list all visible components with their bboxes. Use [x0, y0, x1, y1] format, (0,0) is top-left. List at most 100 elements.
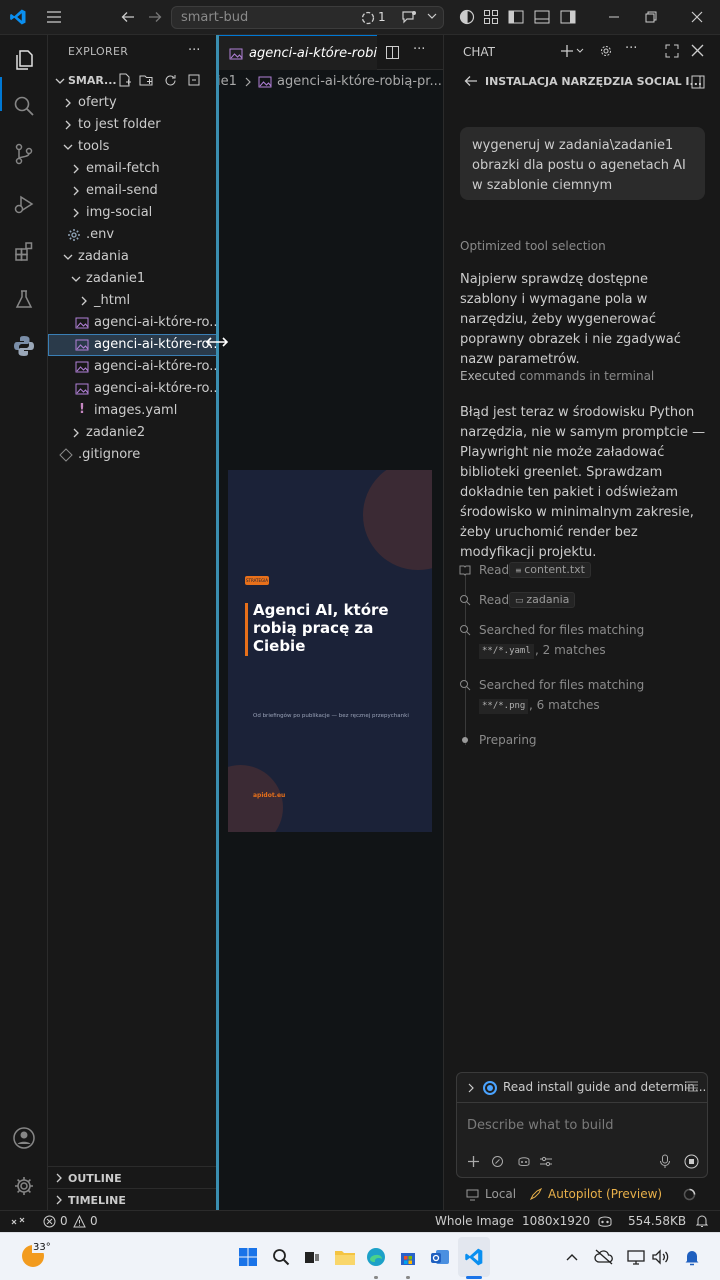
outlook-icon[interactable] — [428, 1245, 452, 1269]
file-image-3[interactable]: agenci-ai-które-ro... — [48, 356, 216, 378]
toggle-panel-icon[interactable] — [532, 7, 552, 27]
windows-start-icon[interactable] — [236, 1245, 260, 1269]
run-debug-icon[interactable] — [11, 191, 37, 217]
testing-beaker-icon[interactable] — [11, 286, 37, 312]
file-image-1[interactable]: agenci-ai-które-ro... — [48, 312, 216, 334]
timeline-section[interactable]: TIMELINE — [48, 1188, 216, 1210]
close-window-icon[interactable] — [687, 7, 707, 27]
edge-browser-icon[interactable] — [364, 1245, 388, 1269]
search-icon[interactable] — [11, 93, 37, 119]
volume-icon[interactable] — [648, 1245, 672, 1269]
folder-zadanie2[interactable]: zadanie2 — [48, 422, 216, 444]
tools-link-icon[interactable] — [491, 1155, 504, 1168]
chevron-down-icon[interactable] — [427, 12, 437, 20]
folder-email-send[interactable]: email-send — [48, 180, 216, 202]
status-optimized[interactable]: Optimized tool selection — [460, 239, 606, 253]
chevron-down-icon[interactable] — [576, 48, 584, 54]
vscode-taskbar-icon[interactable] — [462, 1245, 486, 1269]
microphone-icon[interactable] — [659, 1154, 671, 1169]
file-chip[interactable]: ≡ content.txt — [509, 562, 591, 578]
folder-to-jest-folder[interactable]: to jest folder — [48, 114, 216, 136]
new-file-icon[interactable] — [117, 73, 132, 88]
close-icon[interactable] — [691, 44, 704, 57]
list-filter-icon[interactable] — [685, 1081, 699, 1093]
folder-html[interactable]: _html — [48, 290, 216, 312]
add-context-plus-icon[interactable] — [467, 1155, 480, 1168]
menu-icon[interactable] — [44, 7, 64, 27]
copilot-status-icon[interactable] — [597, 1214, 613, 1228]
search-icon[interactable] — [269, 1245, 293, 1269]
copilot-chat-icon[interactable] — [401, 10, 417, 25]
chat-input[interactable]: Describe what to build — [467, 1118, 614, 1133]
notification-bell-icon[interactable] — [680, 1245, 704, 1269]
folder-chip[interactable]: ▭ zadania — [509, 592, 576, 608]
file-image-4[interactable]: agenci-ai-które-ro... — [48, 378, 216, 400]
toggle-sidebar-icon[interactable] — [691, 75, 705, 89]
collapse-all-icon[interactable] — [187, 73, 202, 88]
agent-status-icon[interactable] — [361, 11, 375, 25]
folder-img-social[interactable]: img-social — [48, 202, 216, 224]
maximize-icon[interactable] — [665, 44, 679, 58]
file-env[interactable]: .env — [48, 224, 216, 246]
new-folder-icon[interactable] — [139, 73, 154, 88]
toggle-primary-sidebar-icon[interactable] — [506, 7, 526, 27]
folder-oferty[interactable]: oferty — [48, 92, 216, 114]
task-view-icon[interactable] — [300, 1245, 324, 1269]
explorer-icon[interactable] — [11, 47, 37, 73]
extensions-icon[interactable] — [11, 238, 37, 264]
forward-arrow-icon[interactable] — [145, 7, 165, 27]
restore-icon[interactable] — [641, 7, 661, 27]
image-mode[interactable]: Whole Image — [435, 1214, 514, 1228]
store-icon[interactable] — [396, 1245, 420, 1269]
copilot-icon[interactable] — [457, 7, 477, 27]
python-icon[interactable] — [11, 333, 37, 359]
copilot-agent-icon[interactable] — [517, 1155, 531, 1168]
notifications-bell-icon[interactable] — [696, 1214, 708, 1228]
breadcrumb-file[interactable]: agenci-ai-które-robią-pr... — [277, 74, 442, 89]
warning-icon[interactable] — [73, 1215, 86, 1228]
network-monitor-icon[interactable] — [624, 1245, 648, 1269]
refresh-icon[interactable] — [163, 73, 178, 88]
more-actions-icon[interactable]: ··· — [625, 41, 637, 56]
cloud-offline-icon[interactable] — [592, 1245, 616, 1269]
outline-section[interactable]: OUTLINE — [48, 1166, 216, 1188]
source-control-icon[interactable] — [11, 141, 37, 167]
toggle-secondary-sidebar-icon[interactable] — [558, 7, 578, 27]
mode-local-label: Local — [485, 1187, 517, 1201]
customize-layout-icon[interactable] — [481, 7, 501, 27]
gear-icon[interactable] — [599, 44, 613, 58]
command-center-search[interactable]: smart-bud 1 — [171, 6, 444, 29]
image-filesize: 554.58KB — [628, 1214, 687, 1228]
stop-circle-icon[interactable] — [684, 1154, 699, 1169]
file-gitignore[interactable]: .gitignore — [48, 444, 216, 466]
settings-sliders-icon[interactable] — [539, 1155, 553, 1168]
active-indicator — [466, 1276, 482, 1279]
status-executed[interactable]: Executed commands in terminal — [460, 369, 654, 383]
folder-zadanie1[interactable]: zadanie1 — [48, 268, 216, 290]
file-images-yaml[interactable]: ! images.yaml — [48, 400, 216, 422]
manage-gear-icon[interactable] — [11, 1173, 37, 1199]
back-arrow-icon[interactable] — [464, 75, 478, 87]
more-actions-icon[interactable]: ··· — [413, 42, 425, 57]
workspace-root[interactable]: SMAR... — [48, 70, 216, 92]
editor-tab[interactable]: agenci-ai-które-robią- — [217, 35, 377, 70]
accounts-icon[interactable] — [11, 1125, 37, 1151]
folder-chip-label: zadania — [526, 593, 570, 606]
breadcrumb-folder[interactable]: ie1 — [217, 74, 237, 89]
file-image-2-selected[interactable]: agenci-ai-które-ro... — [48, 334, 216, 356]
back-arrow-icon[interactable] — [118, 7, 138, 27]
folder-tools[interactable]: tools — [48, 136, 216, 158]
split-editor-icon[interactable] — [385, 45, 400, 60]
task-status-row[interactable]: Read install guide and determin... — [457, 1073, 707, 1103]
new-chat-plus-icon[interactable] — [560, 44, 574, 58]
folder-email-fetch[interactable]: email-fetch — [48, 158, 216, 180]
error-icon[interactable] — [43, 1215, 56, 1228]
minimize-icon[interactable] — [604, 7, 624, 27]
folder-zadania[interactable]: zadania — [48, 246, 216, 268]
chevron-up-icon[interactable] — [560, 1245, 584, 1269]
file-explorer-icon[interactable] — [333, 1245, 357, 1269]
status-executed-rest: commands in terminal — [515, 369, 655, 383]
remote-icon[interactable] — [11, 1215, 25, 1227]
sidebar-resize-sash[interactable] — [216, 35, 219, 1210]
more-actions-icon[interactable]: ··· — [188, 43, 200, 58]
